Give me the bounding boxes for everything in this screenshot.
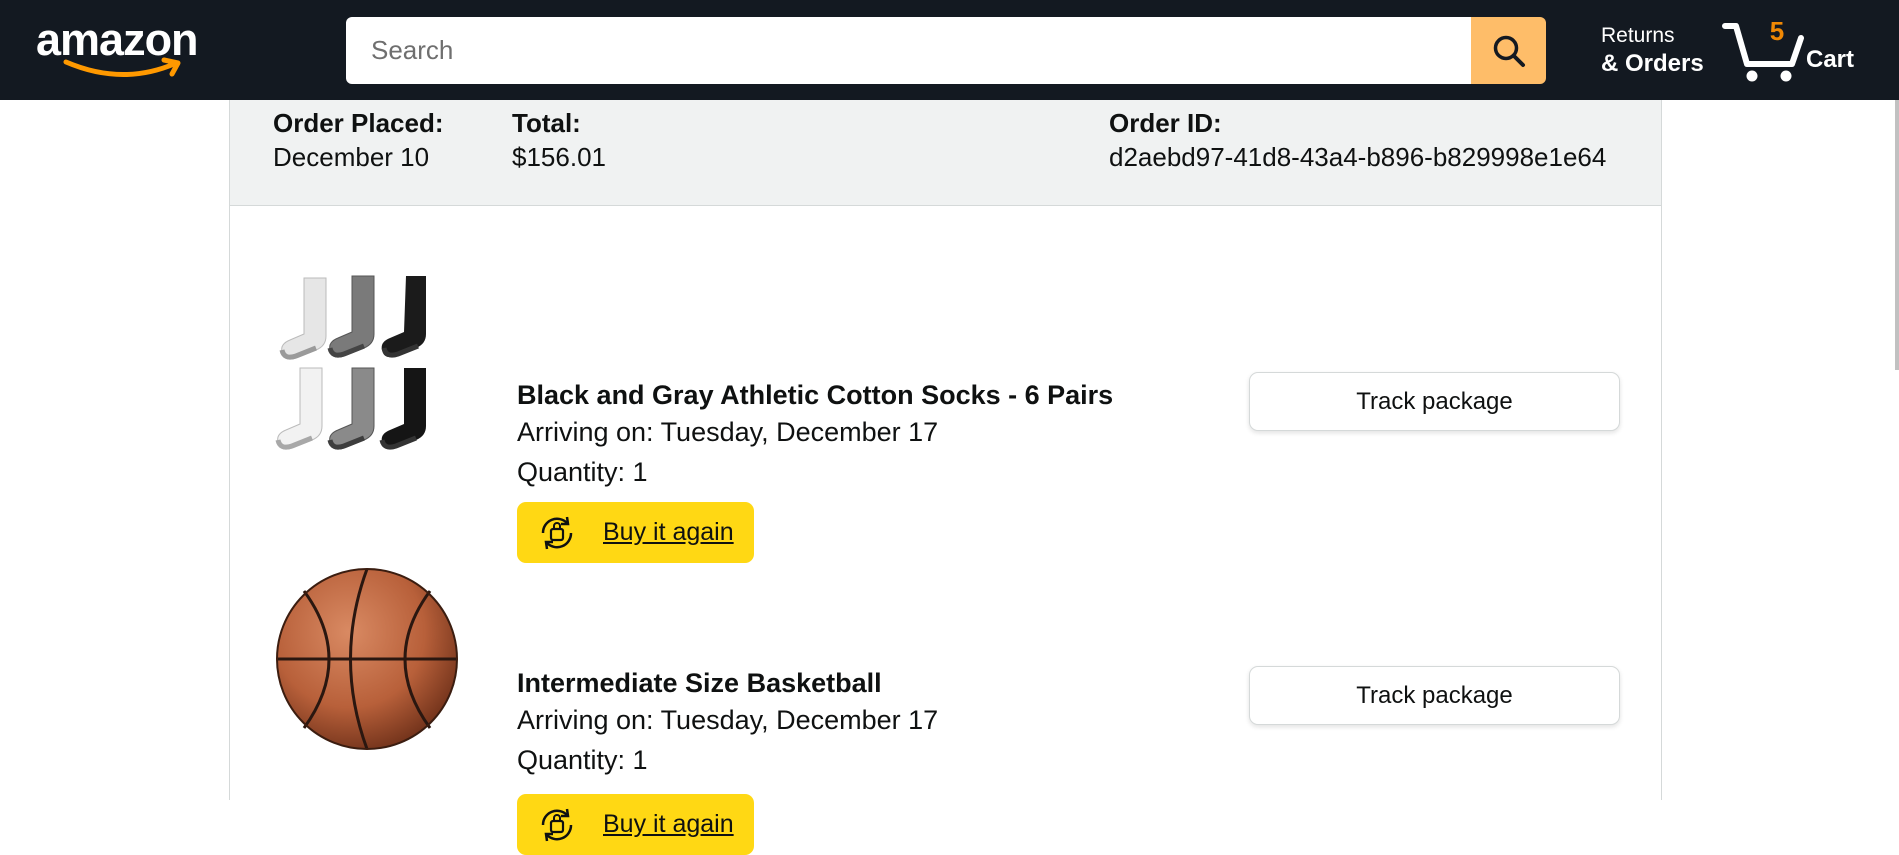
track-package-label: Track package xyxy=(1356,387,1513,415)
item-details: Intermediate Size Basketball Arriving on… xyxy=(517,666,938,780)
returns-orders-link[interactable]: Returns & Orders xyxy=(1601,22,1704,78)
order-id: Order ID: d2aebd97-41d8-43a4-b896-b82999… xyxy=(1109,106,1606,174)
item-title[interactable]: Intermediate Size Basketball xyxy=(517,666,938,700)
track-package-button[interactable]: Track package xyxy=(1249,666,1620,725)
top-nav-bar: amazon Returns & Orders 5 Cart xyxy=(0,0,1899,100)
item-quantity: Quantity: 1 xyxy=(517,745,648,775)
buy-it-again-label: Buy it again xyxy=(603,518,734,546)
order-item: Black and Gray Athletic Cotton Socks - 6… xyxy=(230,270,1661,563)
item-quantity: Quantity: 1 xyxy=(517,457,648,487)
cart-button[interactable]: 5 Cart xyxy=(1722,16,1862,84)
search-input[interactable] xyxy=(346,17,1471,84)
order-placed: Order Placed: December 10 xyxy=(273,106,444,174)
track-package-label: Track package xyxy=(1356,681,1513,709)
order-total: Total: $156.01 xyxy=(512,106,606,174)
order-id-value: d2aebd97-41d8-43a4-b896-b829998e1e64 xyxy=(1109,142,1607,172)
order-total-label: Total: xyxy=(512,108,581,138)
track-package-button[interactable]: Track package xyxy=(1249,372,1620,431)
order-placed-label: Order Placed: xyxy=(273,108,444,138)
search-icon xyxy=(1493,35,1525,67)
orders-label: & Orders xyxy=(1601,50,1704,77)
buy-again-icon xyxy=(541,808,573,841)
cart-count-badge: 5 xyxy=(1769,16,1785,46)
order-card: Order Placed: December 10 Total: $156.01… xyxy=(229,100,1662,855)
basketball-image xyxy=(276,568,458,750)
item-arrival: Arriving on: Tuesday, December 17 xyxy=(517,705,939,735)
returns-label: Returns xyxy=(1601,24,1675,47)
order-total-value: $156.01 xyxy=(512,142,606,172)
order-item: Intermediate Size Basketball Arriving on… xyxy=(230,566,1661,855)
item-details: Black and Gray Athletic Cotton Socks - 6… xyxy=(517,378,1113,492)
item-title[interactable]: Black and Gray Athletic Cotton Socks - 6… xyxy=(517,378,1113,412)
logo-smile-icon xyxy=(63,57,181,77)
search-button[interactable] xyxy=(1471,17,1546,84)
buy-it-again-label: Buy it again xyxy=(603,810,734,838)
item-arrival: Arriving on: Tuesday, December 17 xyxy=(517,417,939,447)
page-scrollbar[interactable] xyxy=(1895,100,1899,370)
order-header: Order Placed: December 10 Total: $156.01… xyxy=(230,100,1661,206)
search-bar xyxy=(346,17,1546,84)
order-id-label: Order ID: xyxy=(1109,108,1222,138)
amazon-logo[interactable]: amazon xyxy=(36,14,208,80)
socks-image xyxy=(275,275,426,450)
buy-again-icon xyxy=(541,516,573,549)
buy-it-again-button[interactable]: Buy it again xyxy=(517,794,754,855)
order-placed-value: December 10 xyxy=(273,142,430,172)
buy-it-again-button[interactable]: Buy it again xyxy=(517,502,754,563)
cart-label: Cart xyxy=(1806,46,1855,73)
